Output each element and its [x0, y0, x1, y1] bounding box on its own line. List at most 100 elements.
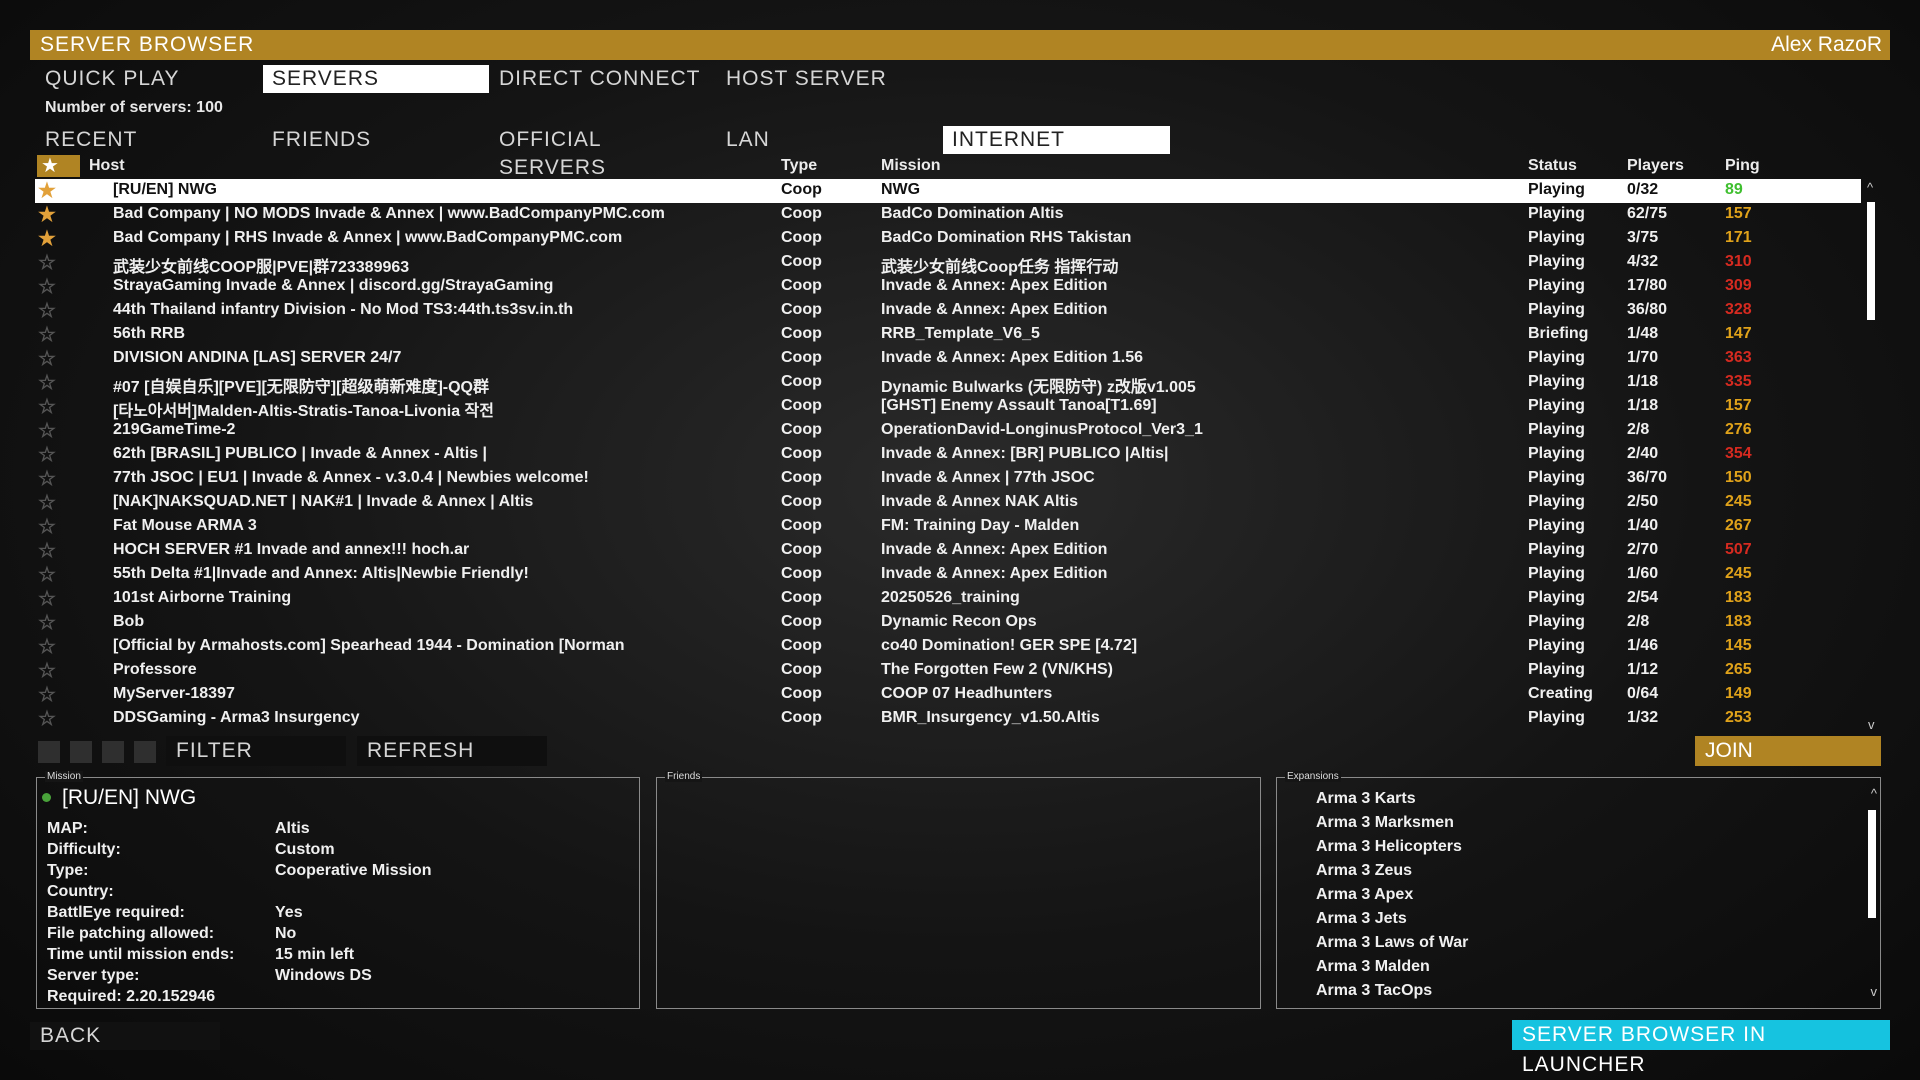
expansions-scroll-up-icon[interactable]: ^	[1871, 786, 1877, 801]
scroll-down-icon[interactable]: v	[1868, 717, 1875, 732]
filter-toggle-2[interactable]	[70, 741, 92, 763]
tab-host-server[interactable]: HOST SERVER	[717, 65, 937, 93]
favorite-star-icon[interactable]: ☆	[38, 586, 64, 611]
table-row[interactable]: ☆ Professore Coop The Forgotten Few 2 (VN/K…	[35, 659, 1861, 683]
table-row[interactable]: ☆ [타노아서버]Malden-Altis-Stratis-Tanoa-Livon…	[35, 394, 1861, 420]
filter-toggle-3[interactable]	[102, 741, 124, 763]
subtab-official-servers[interactable]: OFFICIAL SERVERS	[490, 126, 710, 179]
server-ping: 89	[1725, 181, 1743, 198]
tab-direct-connect[interactable]: DIRECT CONNECT	[490, 65, 710, 93]
tab-quick-play[interactable]: QUICK PLAY	[36, 65, 256, 93]
server-mission: Invade & Annex: Apex Edition	[881, 301, 1108, 318]
favorite-star-icon[interactable]: ☆	[38, 538, 64, 563]
server-mission: Invade & Annex: Apex Edition	[881, 277, 1108, 294]
table-row[interactable]: ☆ StrayaGaming Invade & Annex | discord.g…	[35, 275, 1861, 299]
server-browser-in-launcher-button[interactable]: SERVER BROWSER IN LAUNCHER	[1512, 1020, 1890, 1076]
table-row[interactable]: ★ Bad Company | NO MODS Invade & Annex | …	[35, 203, 1861, 227]
table-row[interactable]: ☆ DDSGaming - Arma3 Insurgency Coop BMR_Ins…	[35, 707, 1861, 731]
filter-toggle-1[interactable]	[38, 741, 60, 763]
join-button[interactable]: JOIN	[1695, 736, 1881, 766]
server-list[interactable]: ★ [RU/EN] NWG Coop NWG Playing 0/32 89 ★ Bad Com…	[35, 179, 1861, 735]
table-row[interactable]: ☆ [Official by Armahosts.com] Spearhead 1…	[35, 635, 1861, 659]
favorite-star-icon[interactable]: ☆	[38, 370, 64, 395]
friends-panel-label: Friends	[665, 771, 703, 782]
refresh-button[interactable]: REFRESH	[357, 736, 547, 766]
expansions-scroll-down-icon[interactable]: v	[1871, 984, 1878, 999]
table-row[interactable]: ☆ 62th [BRASIL] PUBLICO | Invade & Annex …	[35, 443, 1861, 467]
server-list-scrollbar[interactable]	[1867, 202, 1875, 320]
favorite-star-icon[interactable]: ☆	[38, 442, 64, 467]
server-ping: 145	[1725, 637, 1752, 654]
table-row[interactable]: ☆o-219GameTime-2CoopOperationDavid-Longi…	[35, 419, 1861, 443]
server-host: Fat Mouse ARMA 3	[113, 517, 257, 534]
favorite-star-icon[interactable]: ☆	[38, 490, 64, 515]
favorite-star-icon[interactable]: ☆	[38, 706, 64, 731]
back-button[interactable]: BACK	[30, 1022, 220, 1050]
table-row[interactable]: ☆ #07 [自娱自乐][PVE][无限防守][超级萌新难度]-QQ群 Coop Dy…	[35, 370, 1861, 396]
favorite-star-icon[interactable]: ★	[38, 202, 64, 227]
server-mission: 武装少女前线Coop任务 指挥行动	[881, 259, 1119, 276]
table-row[interactable]: ☆ 77th JSOC | EU1 | Invade & Annex - v.3.…	[35, 467, 1861, 491]
favorite-star-icon[interactable]: ☆	[38, 250, 64, 275]
mission-field-label: File patching allowed:	[47, 925, 215, 942]
filter-toggle-4[interactable]	[134, 741, 156, 763]
server-type: Coop	[781, 661, 822, 678]
server-mission: BadCo Domination RHS Takistan	[881, 229, 1132, 246]
table-row[interactable]: ☆ HOCH SERVER #1 Invade and annex!!! hoch…	[35, 539, 1861, 563]
favorite-star-icon[interactable]: ★	[38, 226, 64, 251]
table-row[interactable]: ☆o-BobCoopDynamic Recon OpsPlaying2/8183	[35, 611, 1861, 635]
favorite-star-icon[interactable]: ☆	[38, 298, 64, 323]
favorite-star-icon[interactable]: ☆	[38, 274, 64, 299]
server-host: DIVISION ANDINA [LAS] SERVER 24/7	[113, 349, 402, 366]
server-players: 1/18	[1627, 397, 1659, 414]
column-mission[interactable]: Mission	[881, 157, 941, 177]
filter-button[interactable]: FILTER	[166, 736, 346, 766]
favorite-column-header[interactable]: ★	[37, 155, 80, 177]
tab-servers[interactable]: SERVERS	[263, 65, 489, 93]
favorite-star-icon[interactable]: ☆	[38, 658, 64, 683]
server-ping: 265	[1725, 661, 1752, 678]
expansions-scrollbar[interactable]	[1868, 810, 1876, 918]
subtab-friends[interactable]: FRIENDS	[263, 126, 483, 154]
column-ping[interactable]: Ping	[1725, 157, 1760, 177]
column-players[interactable]: Players	[1627, 157, 1684, 177]
scroll-up-icon[interactable]: ^	[1867, 180, 1873, 195]
table-row[interactable]: ★ Bad Company | RHS Invade & Annex | www.…	[35, 227, 1861, 251]
server-status: Playing	[1528, 205, 1585, 222]
table-row[interactable]: ☆o-Fat Mouse ARMA 3CoopFM: Training Day …	[35, 515, 1861, 539]
subtab-recent[interactable]: RECENT	[36, 126, 256, 154]
column-type[interactable]: Type	[781, 157, 817, 177]
favorite-star-icon[interactable]: ☆	[38, 466, 64, 491]
table-row[interactable]: ☆o-56th RRBCoopRRB_Template_V6_5Briefing…	[35, 323, 1861, 347]
table-row[interactable]: ☆ 44th Thailand infantry Division - No Mo…	[35, 299, 1861, 323]
user-name[interactable]: Alex RazoR	[1771, 33, 1882, 57]
table-row[interactable]: ☆ [NAK]NAKSQUAD.NET | NAK#1 | Invade & An…	[35, 491, 1861, 515]
server-type: Coop	[781, 589, 822, 606]
favorite-star-icon[interactable]: ☆	[38, 514, 64, 539]
server-type: Coop	[781, 421, 822, 438]
favorite-star-icon[interactable]: ☆	[38, 394, 64, 419]
favorite-star-icon[interactable]: ☆	[38, 418, 64, 443]
column-status[interactable]: Status	[1528, 157, 1577, 177]
mission-field-label: Time until mission ends:	[47, 946, 235, 963]
favorite-star-icon[interactable]: ☆	[38, 610, 64, 635]
server-ping: 253	[1725, 709, 1752, 726]
subtab-internet[interactable]: INTERNET	[943, 126, 1170, 154]
table-row[interactable]: ☆o-101st Airborne TrainingCoop20250526_t…	[35, 587, 1861, 611]
server-ping: 310	[1725, 253, 1752, 270]
subtab-lan[interactable]: LAN	[717, 126, 937, 154]
table-row[interactable]: ☆ 55th Delta #1|Invade and Annex: Altis|N…	[35, 563, 1861, 587]
favorite-star-icon[interactable]: ☆	[38, 634, 64, 659]
favorite-star-icon[interactable]: ☆	[38, 322, 64, 347]
table-row[interactable]: ☆ DIVISION ANDINA [LAS] SERVER 24/7 Coop In…	[35, 347, 1861, 371]
column-host[interactable]: Host	[89, 157, 125, 177]
table-row[interactable]: ☆o-武装少女前线COOP服|PVE|群723389963Coop武装少女前线C…	[35, 250, 1861, 276]
mission-panel: Mission [RU/EN] NWG MAP: Altis Difficulty:…	[36, 771, 640, 1009]
table-row[interactable]: ☆o-MyServer-18397CoopCOOP 07 Headhunters…	[35, 683, 1861, 707]
favorite-star-icon[interactable]: ★	[38, 179, 64, 203]
favorite-star-icon[interactable]: ☆	[38, 562, 64, 587]
server-status: Briefing	[1528, 325, 1589, 342]
favorite-star-icon[interactable]: ☆	[38, 682, 64, 707]
table-row[interactable]: ★ [RU/EN] NWG Coop NWG Playing 0/32 89	[35, 179, 1861, 203]
favorite-star-icon[interactable]: ☆	[38, 346, 64, 371]
